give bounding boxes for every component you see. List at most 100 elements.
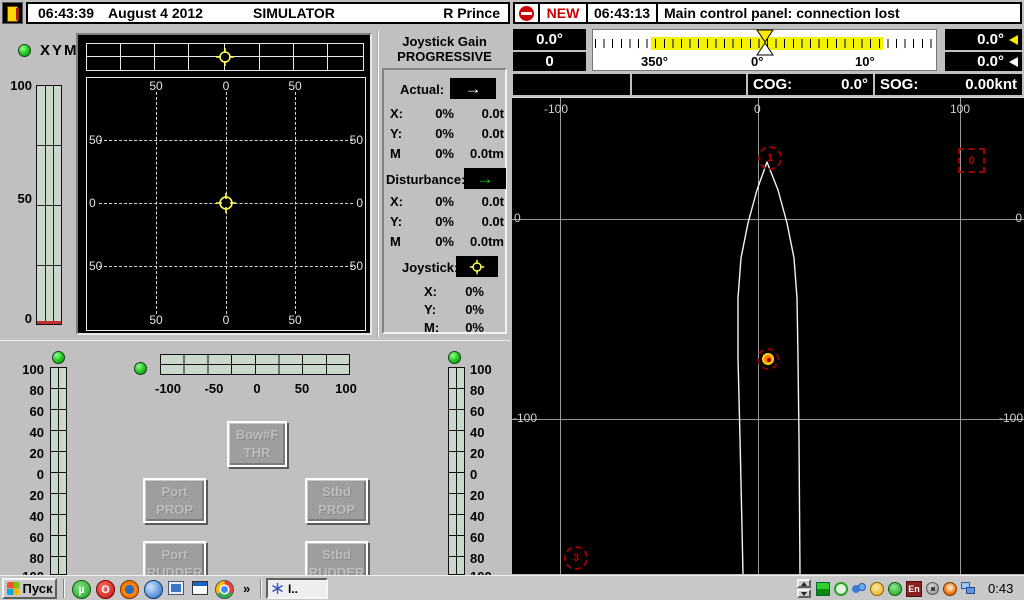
rgauge-80b: 80 [470,551,500,566]
lgauge-100t: 100 [14,362,44,377]
dist-x-pct: 0% [422,194,454,209]
plot-bottom-50l: 50 [139,313,173,327]
actual-y-key: Y: [390,126,402,141]
rgauge-40b: 40 [470,509,500,524]
quicklaunch-overflow-chevron[interactable]: » [243,581,250,596]
sog-value: 0.00knt [965,76,1017,93]
simulator-screen: 06:43:39 August 4 2012 SIMULATOR R Princ… [0,0,1024,600]
joy-m-key: M: [424,320,439,335]
taskbar-clock[interactable]: 0:43 [988,581,1013,596]
plot-right-0: 0 [337,196,363,210]
tray-updates-icon[interactable] [943,582,957,596]
sog-readout: SOG: 0.00knt [875,74,1022,95]
dist-m-pct: 0% [422,234,454,249]
xym-gauge-label-50: 50 [0,191,32,206]
tray-spinner[interactable] [797,579,811,598]
marker-1-label: 1 [767,152,773,164]
chrome-icon[interactable] [215,580,234,599]
alarm-new-badge[interactable]: NEW [538,2,588,24]
dist-y-key: Y: [390,214,402,229]
waypoint-bullseye-icon [757,348,779,370]
system-tray: En [816,577,976,600]
port-gauge-led [52,351,65,364]
actual-x-pct: 0% [422,106,454,121]
start-button[interactable]: Пуск [2,578,57,599]
nav-blank-box-2 [632,74,746,95]
port-rudder-button[interactable]: Port RUDDER [143,541,206,575]
port-rudder-line1: Port [162,546,188,564]
heading-marker-icon [756,29,774,43]
marker-0-label: 0 [968,155,974,167]
port-thruster-gauge [50,367,67,575]
map-marker-0: 0 [958,148,985,173]
tray-agent-icon[interactable] [870,582,884,596]
rgauge-100t: 100 [470,362,500,377]
port-prop-button[interactable]: Port PROP [143,478,206,523]
cog-readout: COG: 0.0° [748,74,873,95]
task-label: I.. [288,582,298,596]
plot-bottom-0: 0 [209,313,243,327]
tray-utorrent-icon[interactable] [888,582,902,596]
alarm-stop-button[interactable] [513,2,540,24]
rot-value: 0 [545,53,553,70]
rgauge-0: 0 [470,467,500,482]
tray-language-indicator[interactable]: En [906,581,922,597]
lgauge-40t: 40 [14,425,44,440]
plot-left-50b: 50 [89,259,115,273]
actual-x-val: 0.0t [460,106,504,121]
exit-door-icon[interactable] [2,2,23,24]
gain-title-1: Joystick Gain [379,34,510,49]
moment-crosshair-icon [215,47,235,67]
joy-y-pct: 0% [452,302,484,317]
thruster-panel: 100 80 60 40 20 0 20 40 60 80 100 100 80… [0,340,510,575]
plot-right-50b: 50 [337,259,363,273]
stbd-rudder-button[interactable]: Stbd RUDDER [305,541,368,575]
joy-m-pct: 0% [452,320,484,335]
messenger-icon[interactable] [144,580,163,599]
hgauge-0: 0 [237,381,277,396]
firefox-icon[interactable] [120,580,139,599]
moment-strip [86,43,364,71]
set-heading-value: 0.0° [977,31,1004,48]
tray-spinner-down[interactable] [797,589,811,598]
actual-label: Actual: [400,82,444,97]
actual-m-val: 0.0tm [454,146,504,161]
xym-gauge-label-0: 0 [0,311,32,326]
tray-spinner-up[interactable] [797,579,811,588]
lgauge-0: 0 [14,467,44,482]
lgauge-80t: 80 [14,383,44,398]
plot-right-50t: 50 [337,133,363,147]
rgauge-60b: 60 [470,530,500,545]
media-player-icon[interactable] [168,581,184,595]
bow-thruster-button[interactable]: Bow#F THR [227,421,287,467]
tray-network-connections-icon[interactable] [961,582,976,596]
alarm-time-label: 06:43:13 [594,5,650,21]
tray-recycle-icon[interactable] [834,582,848,596]
active-task-button[interactable]: I.. [266,578,328,599]
rgauge-20b: 20 [470,488,500,503]
lgauge-20b: 20 [14,488,44,503]
plot-left-50t: 50 [89,133,115,147]
rgauge-80t: 80 [470,383,500,398]
disturbance-arrow-icon: → [477,172,494,186]
utorrent-icon[interactable]: µ [72,580,91,599]
joystick-icon-box [456,256,498,277]
joystick-position-crosshair-icon [215,192,237,214]
stbd-prop-line1: Stbd [322,483,351,501]
show-desktop-icon[interactable] [192,581,208,595]
plot-top-0: 0 [209,79,243,93]
rgauge-20t: 20 [470,446,500,461]
tray-volume-icon[interactable] [926,582,939,595]
plot-top-50l: 50 [139,79,173,93]
hgauge-100: 100 [326,381,366,396]
app-title: SIMULATOR [253,5,335,21]
opera-icon[interactable]: O [96,580,115,599]
tray-network-monitor-icon[interactable] [816,582,830,596]
stbd-prop-button[interactable]: Stbd PROP [305,478,368,523]
heading-readout: 0.0° [513,29,586,50]
windows-logo-icon [7,582,20,595]
sim-time: 06:43:39 [38,5,94,21]
hgauge-m50: -50 [194,381,234,396]
joystick-label: Joystick: [402,260,458,275]
tray-users-icon[interactable] [852,582,866,596]
